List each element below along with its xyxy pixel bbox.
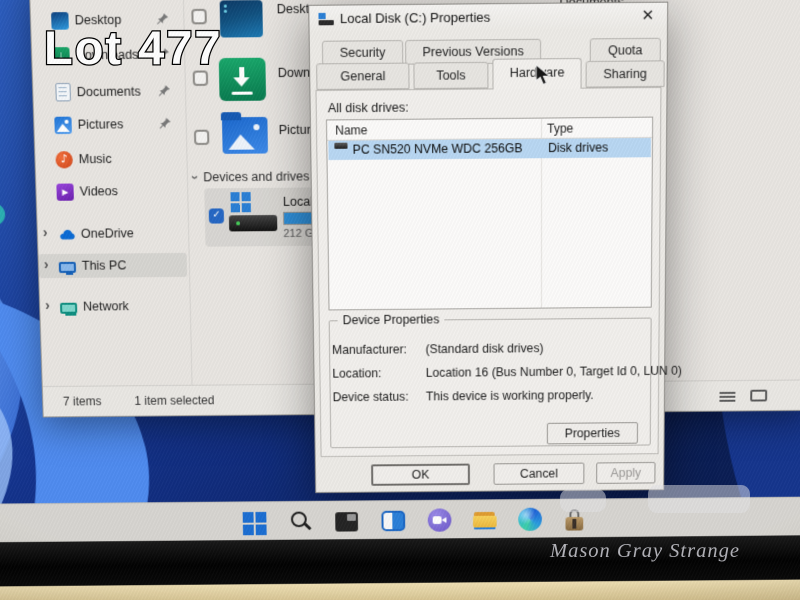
properties-dialog: Local Disk (C:) Properties ✕ Security Pr…: [308, 2, 668, 493]
teams-chat-icon[interactable]: [428, 508, 452, 531]
manufacturer-label: Manufacturer:: [332, 342, 407, 356]
watermark-shape: [560, 489, 606, 512]
chevron-down-icon: ›: [188, 175, 202, 179]
drive-row-icon: [334, 143, 347, 149]
sidebar-item-documents[interactable]: Documents: [33, 79, 183, 105]
search-icon[interactable]: [289, 510, 315, 535]
column-header-type[interactable]: Type: [547, 121, 573, 135]
drive-name: PC SN520 NVMe WDC 256GB: [353, 141, 523, 157]
windows-logo-icon: [230, 192, 250, 212]
checkbox-pictures[interactable]: [194, 130, 209, 145]
network-icon: [60, 302, 77, 313]
sidebar-item-music[interactable]: ♪ Music: [35, 146, 185, 172]
pin-icon: [158, 84, 171, 97]
selection-count: 1 item selected: [134, 393, 214, 407]
tab-sharing[interactable]: Sharing: [586, 60, 665, 87]
close-icon[interactable]: ✕: [637, 6, 660, 27]
chevron-right-icon[interactable]: ›: [45, 297, 50, 313]
pin-icon: [158, 117, 171, 130]
properties-button[interactable]: Properties: [547, 422, 638, 444]
onedrive-cloud-icon: [58, 225, 76, 242]
thumbnail-view-icon[interactable]: [750, 390, 767, 402]
hardware-tab-page: All disk drives: Name Type PC SN520 NVMe…: [315, 87, 661, 457]
devices-and-drives-header[interactable]: ›Devices and drives: [193, 169, 310, 184]
device-status-label: Device status:: [333, 390, 409, 404]
manufacturer-value: (Standard disk drives): [426, 341, 544, 356]
mouse-cursor: [535, 63, 552, 92]
table-row-disk-drive[interactable]: PC SN520 NVMe WDC 256GB Disk drives: [328, 138, 651, 160]
videos-icon: ▶: [56, 183, 74, 200]
chevron-right-icon[interactable]: ›: [43, 224, 48, 240]
desktop-folder-icon[interactable]: [220, 0, 263, 37]
column-header-name[interactable]: Name: [335, 123, 367, 138]
this-pc-icon: [59, 261, 76, 272]
dark-app-icon[interactable]: [335, 512, 358, 532]
start-button-icon[interactable]: [243, 512, 269, 537]
lock-app-icon[interactable]: [564, 509, 590, 534]
auction-watermark: Mason Gray Strange: [550, 540, 740, 563]
sidebar-item-this-pc[interactable]: › This PC: [38, 253, 187, 278]
sidebar-item-videos[interactable]: ▶ Videos: [36, 178, 185, 204]
edge-browser-icon[interactable]: [518, 508, 542, 531]
dialog-title: Local Disk (C:) Properties: [340, 9, 491, 26]
watermark-shape: [648, 485, 750, 513]
list-header: Name Type: [327, 118, 652, 141]
pictures-folder-icon[interactable]: [222, 117, 268, 154]
pictures-icon: [54, 116, 72, 133]
sidebar-item-onedrive[interactable]: › OneDrive: [37, 221, 186, 246]
group-title: Device Properties: [338, 312, 445, 327]
disk-drives-label: All disk drives:: [328, 100, 409, 115]
laptop-screen-photo: Desktop ↓ Downloads Documents Pictures: [0, 0, 800, 600]
tab-quota[interactable]: Quota: [590, 38, 661, 63]
disk-icon: [318, 13, 333, 26]
location-label: Location:: [332, 366, 381, 380]
disk-drives-list[interactable]: Name Type PC SN520 NVMe WDC 256GB Disk d…: [326, 117, 653, 311]
file-explorer-icon[interactable]: [473, 508, 499, 533]
drive-icon: [229, 215, 277, 231]
tab-security[interactable]: Security: [322, 40, 403, 65]
apply-button[interactable]: Apply: [596, 462, 655, 484]
checkbox-local-disk[interactable]: [209, 208, 224, 223]
downloads-folder-icon[interactable]: [219, 58, 266, 101]
location-value: Location 16 (Bus Number 0, Target Id 0, …: [426, 364, 682, 380]
list-view-icon[interactable]: [719, 392, 735, 402]
ok-button[interactable]: OK: [371, 464, 470, 486]
lot-number-overlay: Lot 477: [44, 20, 223, 75]
drive-label: Local: [283, 195, 313, 209]
cancel-button[interactable]: Cancel: [494, 463, 585, 485]
sidebar-item-network[interactable]: › Network: [40, 294, 188, 319]
tab-general[interactable]: General: [316, 63, 409, 90]
capacity-text: 212 G: [283, 228, 313, 240]
documents-icon: [55, 83, 71, 102]
chevron-right-icon[interactable]: ›: [44, 256, 49, 272]
drive-type: Disk drives: [548, 140, 608, 155]
tab-tools[interactable]: Tools: [413, 62, 488, 89]
items-count: 7 items: [63, 394, 102, 408]
dialog-title-bar[interactable]: Local Disk (C:) Properties ✕: [309, 3, 667, 33]
device-status-value: This device is working properly.: [426, 388, 594, 403]
sidebar-item-pictures[interactable]: Pictures: [34, 112, 184, 138]
task-view-icon[interactable]: [381, 511, 405, 531]
music-icon: ♪: [55, 151, 73, 168]
